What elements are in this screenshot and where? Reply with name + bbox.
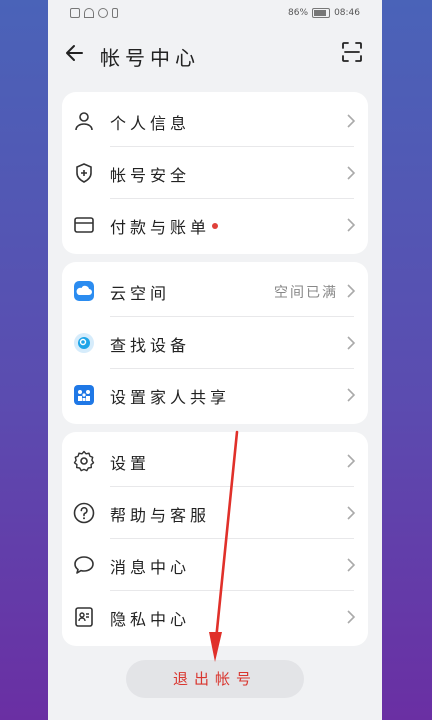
header: 帐号中心 xyxy=(48,30,382,76)
chevron-right-icon xyxy=(347,336,356,350)
chevron-right-icon xyxy=(347,454,356,468)
row-help-service[interactable]: 帮助与客服 xyxy=(62,487,368,539)
account-card: 个人信息 帐号安全 付款与账单 xyxy=(62,92,368,254)
row-label: 设置 xyxy=(110,454,151,473)
row-label: 帐号安全 xyxy=(110,166,191,185)
row-label: 付款与账单 xyxy=(110,218,211,237)
card-icon xyxy=(74,217,94,233)
shield-plus-icon xyxy=(76,163,92,183)
battery-icon xyxy=(312,8,331,18)
row-label: 云空间 xyxy=(110,284,171,303)
phone-screen: 86% 08:46 帐号中心 个人信息 帐号安全 付款与账单 云空间 空间已满 … xyxy=(48,0,382,720)
row-label: 消息中心 xyxy=(110,558,191,577)
battery-percent: 86% xyxy=(288,8,309,18)
wifi-icon xyxy=(84,8,94,18)
battery-saver-icon xyxy=(112,8,118,18)
chat-bubble-icon xyxy=(74,556,94,574)
privacy-icon xyxy=(75,607,93,627)
status-icons-right: 86% 08:46 xyxy=(288,8,360,18)
find-device-app-icon xyxy=(74,333,94,353)
row-label: 个人信息 xyxy=(110,114,191,133)
clock: 08:46 xyxy=(334,8,360,18)
row-label: 设置家人共享 xyxy=(110,388,231,407)
row-label: 隐私中心 xyxy=(110,610,191,629)
help-icon xyxy=(73,502,95,524)
status-bar: 86% 08:46 xyxy=(48,0,382,28)
services-card: 云空间 空间已满 查找设备 设置家人共享 xyxy=(62,262,368,424)
row-find-device[interactable]: 查找设备 xyxy=(62,317,368,369)
chevron-right-icon xyxy=(347,558,356,572)
status-icons-left xyxy=(70,8,118,18)
sim-icon xyxy=(70,8,80,18)
row-account-security[interactable]: 帐号安全 xyxy=(62,147,368,199)
scan-icon[interactable] xyxy=(340,40,364,64)
page-title: 帐号中心 xyxy=(100,46,200,70)
back-arrow-icon[interactable] xyxy=(62,40,88,66)
row-settings[interactable]: 设置 xyxy=(62,435,368,487)
person-icon xyxy=(75,112,93,131)
row-label: 帮助与客服 xyxy=(110,506,211,525)
chevron-right-icon xyxy=(347,388,356,402)
eye-icon xyxy=(98,8,108,18)
row-cloud-space[interactable]: 云空间 空间已满 xyxy=(62,265,368,317)
row-payment-billing[interactable]: 付款与账单 xyxy=(62,199,368,251)
chevron-right-icon xyxy=(347,506,356,520)
row-family-sharing[interactable]: 设置家人共享 xyxy=(62,369,368,421)
settings-card: 设置 帮助与客服 消息中心 隐私中心 xyxy=(62,432,368,646)
chevron-right-icon xyxy=(347,166,356,180)
logout-button[interactable]: 退出帐号 xyxy=(126,660,304,698)
row-label: 查找设备 xyxy=(110,336,191,355)
row-personal-info[interactable]: 个人信息 xyxy=(62,95,368,147)
cloud-status: 空间已满 xyxy=(274,285,338,301)
chevron-right-icon xyxy=(347,284,356,298)
notification-dot xyxy=(212,223,218,229)
chevron-right-icon xyxy=(347,610,356,624)
cloud-app-icon xyxy=(74,281,94,301)
chevron-right-icon xyxy=(347,218,356,232)
chevron-right-icon xyxy=(347,114,356,128)
family-share-app-icon xyxy=(74,385,94,405)
gear-icon xyxy=(73,450,95,472)
row-privacy-center[interactable]: 隐私中心 xyxy=(62,591,368,643)
row-message-center[interactable]: 消息中心 xyxy=(62,539,368,591)
